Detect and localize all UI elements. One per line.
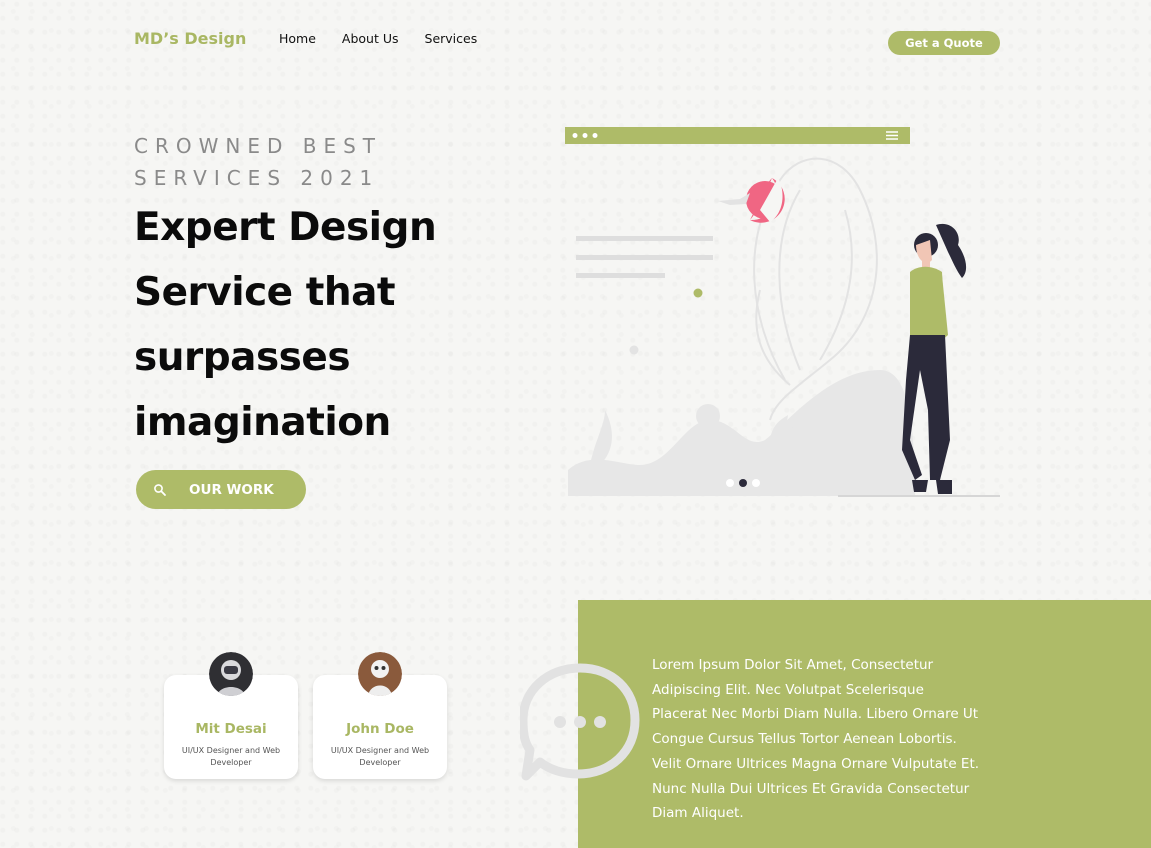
browser-dot <box>582 133 588 138</box>
team-member-role: UI/UX Designer and Web Developer <box>330 746 430 767</box>
team-member-name: John Doe <box>346 721 414 737</box>
carousel-dot-active <box>739 479 747 487</box>
browser-dot <box>592 133 598 138</box>
hero-headline: Expert Design Service that surpasses ima… <box>134 195 474 455</box>
our-work-label: OUR WORK <box>189 481 274 498</box>
nav-services[interactable]: Services <box>425 31 478 46</box>
headline-line: imagination <box>134 400 391 445</box>
nav-home[interactable]: Home <box>279 31 316 46</box>
hero-eyebrow-line-2: SERVICES 2021 <box>134 166 380 190</box>
hero-eyebrow-line-1: CROWNED BEST <box>134 134 383 158</box>
search-icon <box>154 483 166 496</box>
carousel-dot <box>752 479 760 487</box>
our-work-button[interactable]: OUR WORK <box>136 470 306 509</box>
headline-line: Service that <box>134 270 396 315</box>
headline-line: surpasses <box>134 335 351 380</box>
hero-eyebrow: CROWNED BEST SERVICES 2021 <box>134 130 454 194</box>
woman-figure <box>902 223 967 494</box>
carousel-dot <box>726 479 734 487</box>
testimonial-text: Lorem Ipsum Dolor Sit Amet, Consectetur … <box>652 657 980 822</box>
team-member-role: UI/UX Designer and Web Developer <box>181 746 281 767</box>
nav-about-us[interactable]: About Us <box>342 31 399 46</box>
site-logo[interactable]: MD’s Design <box>134 29 246 48</box>
chat-bubble-icon <box>520 663 640 781</box>
get-quote-button[interactable]: Get a Quote <box>888 31 1000 55</box>
astronaut-avatar <box>209 652 253 696</box>
headline-line: Expert Design <box>134 205 437 250</box>
main-nav: Home About Us Services <box>279 31 477 46</box>
team-member-name: Mit Desai <box>195 721 267 737</box>
browser-dot <box>572 133 578 138</box>
browser-bar <box>565 127 910 144</box>
robot-avatar <box>358 652 402 696</box>
hero-illustration <box>565 127 1000 497</box>
